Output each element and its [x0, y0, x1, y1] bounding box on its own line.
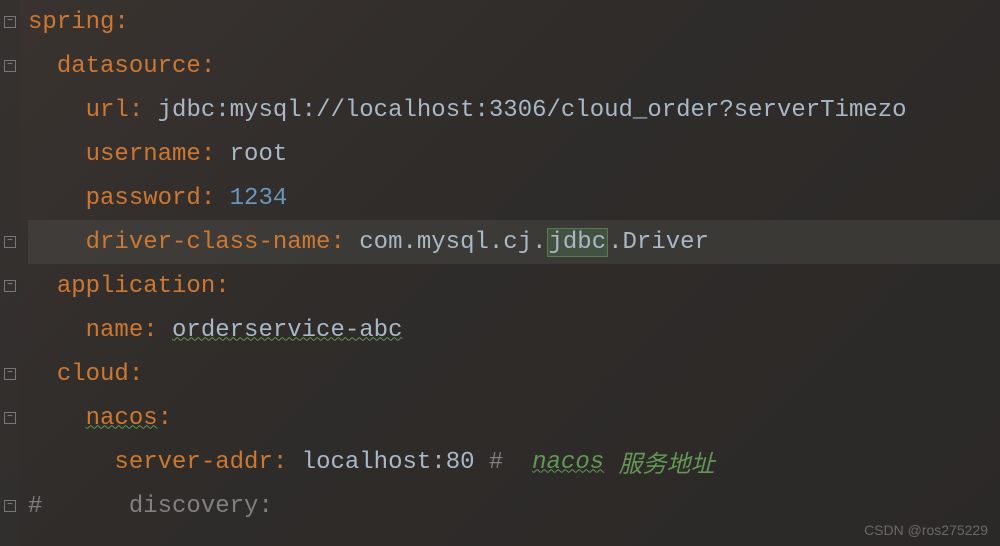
code-token: nacos — [86, 405, 158, 432]
fold-marker[interactable]: − — [0, 0, 20, 44]
code-line[interactable]: datasource: — [28, 44, 1000, 88]
code-token: : — [114, 9, 128, 36]
code-token: jdbc — [547, 228, 609, 257]
code-token: jdbc:mysql://localhost:3306/cloud_order?… — [158, 97, 907, 124]
indent — [28, 361, 57, 388]
fold-marker — [0, 176, 20, 220]
code-line[interactable]: password: 1234 — [28, 176, 1000, 220]
code-line[interactable]: driver-class-name: com.mysql.cj.jdbc.Dri… — [28, 220, 1000, 264]
code-token: : — [201, 185, 230, 212]
fold-marker[interactable]: − — [0, 484, 20, 528]
code-token: # — [489, 449, 532, 476]
code-token: password — [86, 185, 201, 212]
indent — [28, 185, 86, 212]
code-token: server-addr — [114, 449, 272, 476]
code-token: root — [230, 141, 288, 168]
code-token: .Driver — [608, 229, 709, 256]
code-token: name — [86, 317, 144, 344]
indent — [28, 141, 86, 168]
code-token: username — [86, 141, 201, 168]
code-editor: − − − − − − − spring: datasource: url: jdbc:my… — [0, 0, 1000, 546]
code-token: url — [86, 97, 129, 124]
code-line[interactable]: application: — [28, 264, 1000, 308]
fold-marker[interactable]: − — [0, 352, 20, 396]
fold-marker[interactable]: − — [0, 220, 20, 264]
code-token: com.mysql.cj. — [359, 229, 546, 256]
code-line[interactable]: spring: — [28, 0, 1000, 44]
code-line[interactable]: username: root — [28, 132, 1000, 176]
code-line[interactable]: # discovery: — [28, 484, 1000, 528]
fold-marker — [0, 88, 20, 132]
code-token: : — [201, 141, 230, 168]
code-line[interactable]: server-addr: localhost:80 # nacos 服务地址 — [28, 440, 1000, 484]
indent — [28, 405, 86, 432]
fold-gutter: − − − − − − − — [0, 0, 20, 546]
fold-minus-icon: − — [4, 368, 16, 380]
code-token: orderservice-abc — [172, 317, 402, 344]
watermark: CSDN @ros275229 — [864, 522, 988, 538]
code-token: spring — [28, 9, 114, 36]
indent — [28, 53, 57, 80]
fold-marker[interactable]: − — [0, 44, 20, 88]
fold-marker[interactable]: − — [0, 264, 20, 308]
code-token: : — [158, 405, 172, 432]
code-token: application — [57, 273, 215, 300]
code-token: : — [143, 317, 172, 344]
code-line[interactable]: name: orderservice-abc — [28, 308, 1000, 352]
code-token: : — [129, 361, 143, 388]
indent — [28, 317, 86, 344]
fold-marker — [0, 132, 20, 176]
code-token: datasource — [57, 53, 201, 80]
fold-minus-icon: − — [4, 16, 16, 28]
indent — [28, 449, 114, 476]
code-token: : — [330, 229, 359, 256]
code-token: : — [201, 53, 215, 80]
fold-minus-icon: − — [4, 500, 16, 512]
code-token: 1234 — [230, 185, 288, 212]
code-token: cloud — [57, 361, 129, 388]
fold-marker — [0, 308, 20, 352]
fold-minus-icon: − — [4, 280, 16, 292]
code-token: : — [129, 97, 158, 124]
fold-minus-icon: − — [4, 60, 16, 72]
code-line[interactable]: cloud: — [28, 352, 1000, 396]
code-token: nacos — [532, 449, 604, 476]
fold-minus-icon: − — [4, 412, 16, 424]
code-area[interactable]: spring: datasource: url: jdbc:mysql://lo… — [20, 0, 1000, 546]
code-line[interactable]: url: jdbc:mysql://localhost:3306/cloud_o… — [28, 88, 1000, 132]
code-line[interactable]: nacos: — [28, 396, 1000, 440]
code-token: driver-class-name — [86, 229, 331, 256]
fold-marker[interactable]: − — [0, 396, 20, 440]
fold-minus-icon: − — [4, 236, 16, 248]
indent — [28, 97, 86, 124]
code-token: : — [215, 273, 229, 300]
code-token: # discovery: — [28, 493, 273, 520]
indent — [28, 229, 86, 256]
code-token: 服务地址 — [604, 444, 714, 480]
indent — [28, 273, 57, 300]
fold-marker — [0, 440, 20, 484]
code-token: localhost:80 — [302, 449, 489, 476]
code-token: : — [273, 449, 302, 476]
